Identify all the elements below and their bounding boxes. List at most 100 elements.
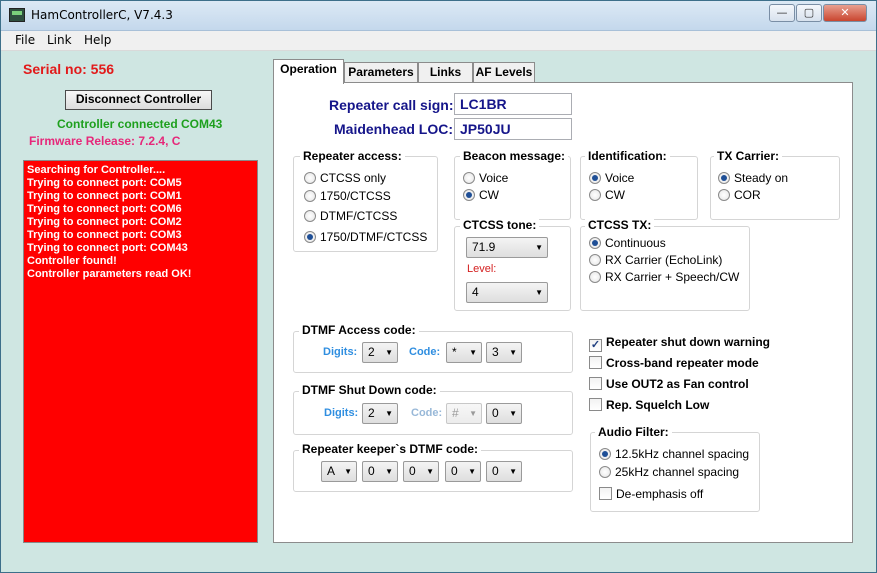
radio-ctcss-rx-carrier-echolink[interactable]: RX Carrier (EchoLink) bbox=[589, 253, 722, 267]
checkbox-label: Cross-band repeater mode bbox=[606, 356, 759, 370]
keeper-code-1-select[interactable]: A ▼ bbox=[321, 461, 357, 482]
radio-icon bbox=[304, 231, 316, 243]
checkbox-deemphasis[interactable]: De-emphasis off bbox=[599, 487, 703, 501]
chevron-down-icon: ▼ bbox=[426, 467, 434, 476]
log-line: Trying to connect port: COM3 bbox=[27, 229, 182, 241]
code-value: A bbox=[327, 464, 336, 478]
connection-log[interactable]: Searching for Controller.... Trying to c… bbox=[23, 160, 258, 543]
dtmf-shutdown-title: DTMF Shut Down code: bbox=[299, 383, 440, 397]
tab-parameters[interactable]: Parameters bbox=[344, 62, 418, 83]
identification-title: Identification: bbox=[585, 149, 670, 163]
keeper-code-4-select[interactable]: 0 ▼ bbox=[445, 461, 481, 482]
chevron-down-icon: ▼ bbox=[535, 243, 543, 252]
checkbox-label: Rep. Squelch Low bbox=[606, 398, 710, 412]
code-value: 0 bbox=[368, 464, 375, 478]
code-value: 0 bbox=[492, 464, 499, 478]
radio-label: RX Carrier (EchoLink) bbox=[605, 253, 723, 267]
radio-tx-cor[interactable]: COR bbox=[718, 188, 761, 202]
radio-12-5khz[interactable]: 12.5kHz channel spacing bbox=[599, 447, 749, 461]
code-value: * bbox=[452, 345, 457, 359]
app-window: HamControllerC, V7.4.3 — ▢ ✕ File Link H… bbox=[0, 0, 877, 573]
tx-carrier-title: TX Carrier: bbox=[714, 149, 783, 163]
level-value: 4 bbox=[472, 285, 479, 299]
chevron-down-icon: ▼ bbox=[469, 348, 477, 357]
radio-icon bbox=[599, 466, 611, 478]
radio-25khz[interactable]: 25kHz channel spacing bbox=[599, 465, 739, 479]
radio-label: Voice bbox=[479, 171, 509, 185]
chevron-down-icon: ▼ bbox=[535, 288, 543, 297]
radio-dtmf-ctcss[interactable]: DTMF/CTCSS bbox=[304, 209, 397, 223]
checkbox-squelch-low[interactable]: Rep. Squelch Low bbox=[589, 398, 709, 412]
menu-help[interactable]: Help bbox=[84, 33, 111, 47]
radio-tx-steady-on[interactable]: Steady on bbox=[718, 171, 788, 185]
repeater-access-title: Repeater access: bbox=[300, 149, 405, 163]
connection-status: Controller connected COM43 bbox=[57, 117, 223, 131]
dtmf-shutdown-code-2-select[interactable]: 0 ▼ bbox=[486, 403, 522, 424]
callsign-input[interactable]: LC1BR bbox=[454, 93, 572, 115]
locator-input[interactable]: JP50JU bbox=[454, 118, 572, 140]
ctcss-tone-select[interactable]: 71.9 ▼ bbox=[466, 237, 548, 258]
radio-beacon-cw[interactable]: CW bbox=[463, 188, 499, 202]
tab-af-levels[interactable]: AF Levels bbox=[473, 62, 535, 83]
log-line: Trying to connect port: COM2 bbox=[27, 216, 182, 228]
radio-icon bbox=[304, 190, 316, 202]
radio-label: CTCSS only bbox=[320, 171, 387, 185]
ctcss-tone-value: 71.9 bbox=[472, 240, 496, 254]
dtmf-access-code-2-select[interactable]: 3 ▼ bbox=[486, 342, 522, 363]
checkbox-shutdown-warning[interactable]: ✓ Repeater shut down warning bbox=[589, 335, 770, 352]
checkbox-cross-band[interactable]: Cross-band repeater mode bbox=[589, 356, 759, 370]
maximize-button[interactable]: ▢ bbox=[796, 4, 822, 22]
code-value: 3 bbox=[492, 345, 499, 359]
radio-1750-ctcss[interactable]: 1750/CTCSS bbox=[304, 189, 391, 203]
dtmf-shutdown-digits-select[interactable]: 2 ▼ bbox=[362, 403, 398, 424]
code-value: 0 bbox=[492, 406, 499, 420]
radio-beacon-voice[interactable]: Voice bbox=[463, 171, 508, 185]
radio-icon bbox=[304, 172, 316, 184]
digits-label: Digits: bbox=[323, 346, 358, 358]
radio-label: RX Carrier + Speech/CW bbox=[605, 270, 740, 284]
chevron-down-icon: ▼ bbox=[468, 467, 476, 476]
keeper-code-3-select[interactable]: 0 ▼ bbox=[403, 461, 439, 482]
radio-ctcss-only[interactable]: CTCSS only bbox=[304, 171, 386, 185]
minimize-button[interactable]: — bbox=[769, 4, 795, 22]
disconnect-controller-button[interactable]: Disconnect Controller bbox=[65, 90, 212, 110]
menu-file[interactable]: File bbox=[15, 33, 35, 47]
radio-icon bbox=[599, 448, 611, 460]
checkbox-icon bbox=[589, 377, 602, 390]
keeper-code-5-select[interactable]: 0 ▼ bbox=[486, 461, 522, 482]
code-label: Code: bbox=[411, 407, 443, 419]
operation-panel: Repeater call sign: LC1BR Maidenhead LOC… bbox=[273, 82, 853, 543]
radio-ctcss-continuous[interactable]: Continuous bbox=[589, 236, 666, 250]
serial-number: Serial no: 556 bbox=[23, 61, 115, 77]
tab-operation[interactable]: Operation bbox=[273, 59, 344, 84]
checkbox-label: De-emphasis off bbox=[616, 487, 704, 501]
app-icon bbox=[9, 8, 25, 22]
close-button[interactable]: ✕ bbox=[823, 4, 867, 22]
radio-id-voice[interactable]: Voice bbox=[589, 171, 634, 185]
title-bar[interactable]: HamControllerC, V7.4.3 — ▢ ✕ bbox=[1, 1, 876, 31]
chevron-down-icon: ▼ bbox=[385, 409, 393, 418]
digits-label: Digits: bbox=[324, 407, 359, 419]
chevron-down-icon: ▼ bbox=[344, 467, 352, 476]
log-line: Trying to connect port: COM43 bbox=[27, 242, 188, 254]
radio-icon bbox=[463, 172, 475, 184]
radio-ctcss-rx-carrier-speech[interactable]: RX Carrier + Speech/CW bbox=[589, 270, 739, 284]
dtmf-access-code-1-select[interactable]: * ▼ bbox=[446, 342, 482, 363]
level-select[interactable]: 4 ▼ bbox=[466, 282, 548, 303]
window-title: HamControllerC, V7.4.3 bbox=[31, 8, 173, 22]
checkbox-out2-fan[interactable]: Use OUT2 as Fan control bbox=[589, 377, 749, 391]
dtmf-access-digits-select[interactable]: 2 ▼ bbox=[362, 342, 398, 363]
tab-links[interactable]: Links bbox=[418, 62, 473, 83]
checkbox-icon bbox=[599, 487, 612, 500]
radio-icon bbox=[304, 210, 316, 222]
radio-label: Continuous bbox=[605, 236, 666, 250]
firmware-release: Firmware Release: 7.2.4, C bbox=[29, 134, 181, 148]
keeper-code-2-select[interactable]: 0 ▼ bbox=[362, 461, 398, 482]
radio-icon bbox=[463, 189, 475, 201]
menu-link[interactable]: Link bbox=[47, 33, 72, 47]
radio-id-cw[interactable]: CW bbox=[589, 188, 625, 202]
log-line: Trying to connect port: COM6 bbox=[27, 203, 182, 215]
ctcss-tone-title: CTCSS tone: bbox=[460, 218, 540, 232]
code-value: 0 bbox=[409, 464, 416, 478]
radio-1750-dtmf-ctcss[interactable]: 1750/DTMF/CTCSS bbox=[304, 230, 427, 244]
